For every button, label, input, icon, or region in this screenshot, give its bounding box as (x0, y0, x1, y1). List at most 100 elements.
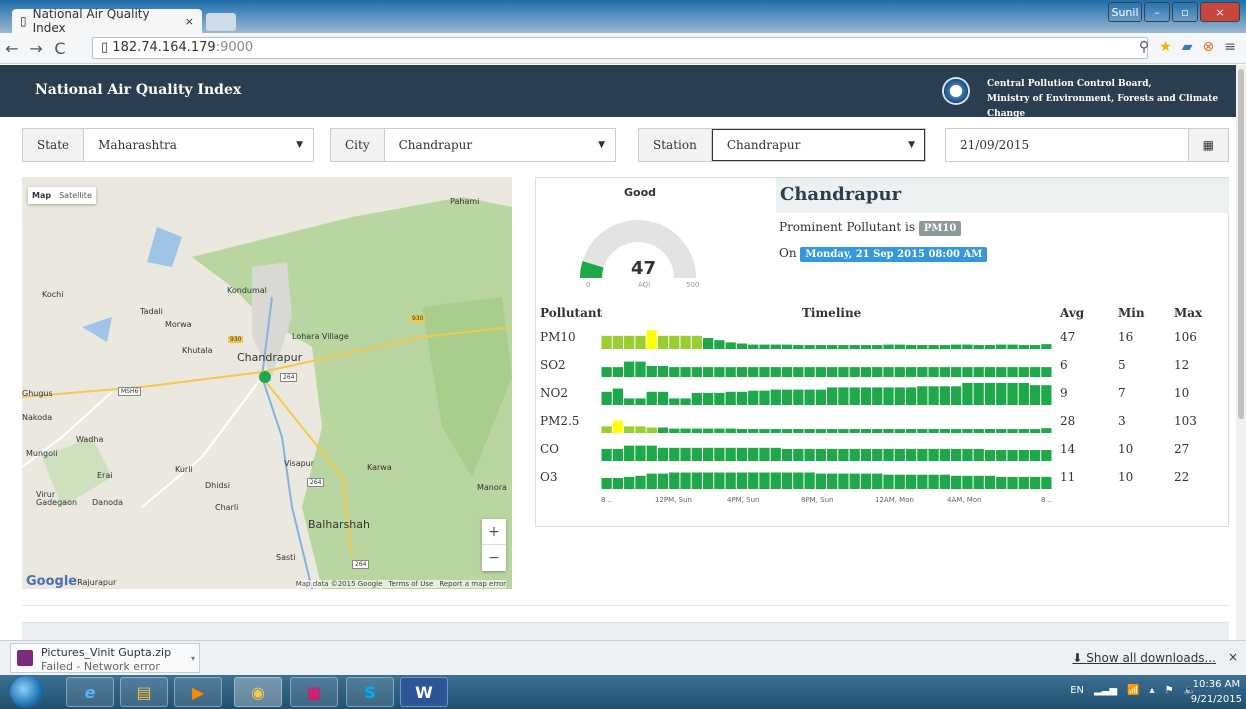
timeline-bar[interactable] (793, 389, 804, 405)
timeline-bar[interactable] (781, 448, 793, 461)
timeline-bar[interactable] (759, 390, 770, 405)
timeline-bar[interactable] (646, 330, 657, 349)
timeline-bar[interactable] (827, 448, 838, 461)
timeline-bar[interactable] (962, 367, 973, 377)
timeline-bar[interactable] (624, 361, 635, 377)
timeline-bar[interactable] (793, 448, 804, 461)
ie-icon[interactable]: e (66, 677, 114, 707)
timeline-bar[interactable] (984, 429, 996, 433)
timeline-bar[interactable] (759, 344, 770, 349)
browser-tab[interactable]: ▯ National Air Quality Index × (12, 7, 202, 35)
timeline-bar[interactable] (872, 448, 883, 461)
timeline-bar[interactable] (815, 345, 826, 349)
city-select[interactable]: City Chandrapur ▼ (330, 128, 616, 162)
chrome-icon[interactable]: ◉ (234, 677, 282, 707)
timeline-bar[interactable] (770, 344, 781, 349)
timeline-bar[interactable] (928, 367, 939, 377)
timeline-bar[interactable] (736, 391, 748, 405)
timeline-bar[interactable] (770, 447, 781, 461)
timeline-bar[interactable] (905, 429, 917, 433)
timeline-bar[interactable] (804, 367, 815, 377)
date-picker[interactable]: 21/09/2015 ▦ (945, 128, 1229, 162)
timeline-bar[interactable] (601, 391, 612, 405)
timeline-bar[interactable] (702, 428, 714, 433)
timeline-bar[interactable] (996, 450, 1007, 461)
timeline-bar[interactable] (635, 398, 646, 405)
timeline-bar[interactable] (702, 392, 714, 405)
timeline-bar[interactable] (646, 391, 657, 405)
timeline-bar[interactable] (860, 429, 872, 433)
timeline-bar[interactable] (804, 389, 815, 405)
timeline-bar[interactable] (939, 345, 951, 349)
timeline-bar[interactable] (894, 474, 905, 489)
timeline-bar[interactable] (872, 473, 883, 489)
timeline-bar[interactable] (849, 448, 860, 461)
timeline-bar[interactable] (635, 475, 646, 489)
timeline-bar[interactable] (1007, 476, 1018, 489)
timeline-bar[interactable] (646, 445, 657, 461)
timeline-bar[interactable] (883, 367, 894, 377)
extension-icon-2[interactable]: ⊗ (1203, 39, 1215, 55)
start-button[interactable] (10, 676, 44, 708)
timeline-bar[interactable] (1029, 345, 1041, 349)
timeline-bar[interactable] (849, 387, 860, 405)
timeline-bar[interactable] (601, 335, 612, 349)
timeline-bar[interactable] (872, 387, 883, 405)
calendar-icon[interactable]: ▦ (1187, 129, 1228, 161)
timeline-bar[interactable] (680, 398, 691, 405)
explorer-icon[interactable]: ▤ (120, 677, 168, 707)
download-item[interactable]: Pictures_Vinit Gupta.zip Failed - Networ… (10, 643, 200, 673)
timeline-bar[interactable] (1041, 385, 1052, 405)
timeline-bar[interactable] (1041, 344, 1052, 349)
timeline-bar[interactable] (973, 345, 984, 349)
timeline-bar[interactable] (770, 367, 781, 377)
timeline-bar[interactable] (770, 389, 781, 405)
timeline-bar[interactable] (624, 445, 635, 461)
timeline-bar[interactable] (793, 345, 804, 349)
timeline-bar[interactable] (770, 472, 781, 490)
timeline-bar[interactable] (883, 387, 894, 405)
timeline-bar[interactable] (635, 445, 646, 461)
timeline-bar[interactable] (624, 476, 635, 489)
timeline-bar[interactable] (996, 344, 1007, 349)
timeline-bar[interactable] (702, 447, 714, 461)
timeline-bar[interactable] (702, 472, 714, 490)
timeline-bar[interactable] (827, 473, 838, 489)
timeline-bar[interactable] (872, 345, 883, 349)
timeline-bar[interactable] (748, 429, 759, 433)
timeline-bar[interactable] (725, 447, 736, 461)
timeline-bar[interactable] (646, 473, 657, 489)
timeline-bar[interactable] (917, 386, 928, 405)
timeline-bar[interactable] (1029, 476, 1041, 489)
timeline-bar[interactable] (657, 391, 669, 405)
timeline-bar[interactable] (680, 472, 691, 490)
timeline-bar[interactable] (612, 448, 624, 461)
timeline-bar[interactable] (646, 427, 657, 434)
timeline-bar[interactable] (815, 389, 826, 405)
timeline-bar[interactable] (860, 345, 872, 349)
timeline-bar[interactable] (973, 429, 984, 433)
timeline-bar[interactable] (951, 475, 962, 489)
timeline-bar[interactable] (793, 429, 804, 433)
date-value[interactable]: 21/09/2015 (946, 138, 1188, 152)
timeline-bar[interactable] (770, 429, 781, 433)
timeline-bar[interactable] (883, 474, 894, 489)
timeline-bar[interactable] (894, 387, 905, 405)
timeline-bar[interactable] (781, 389, 793, 405)
scrollbar[interactable] (1236, 65, 1246, 640)
timeline-bar[interactable] (894, 429, 905, 433)
timeline-bar[interactable] (917, 429, 928, 433)
user-badge[interactable]: Sunil (1108, 2, 1142, 22)
timeline-bar[interactable] (748, 472, 759, 490)
reload-icon[interactable]: C (48, 39, 72, 58)
timeline-bar[interactable] (1018, 367, 1029, 377)
station-select[interactable]: Station Chandrapur ▼ (638, 128, 926, 162)
timeline-bar[interactable] (1018, 429, 1029, 433)
zoom-in-icon[interactable]: + (482, 519, 506, 545)
timeline-bar[interactable] (984, 383, 996, 405)
zoom-icon[interactable]: ⚲ (1139, 39, 1149, 55)
timeline-bar[interactable] (905, 345, 917, 349)
timeline-bar[interactable] (860, 367, 872, 377)
timeline-bar[interactable] (669, 398, 680, 405)
timeline-bar[interactable] (838, 345, 849, 349)
